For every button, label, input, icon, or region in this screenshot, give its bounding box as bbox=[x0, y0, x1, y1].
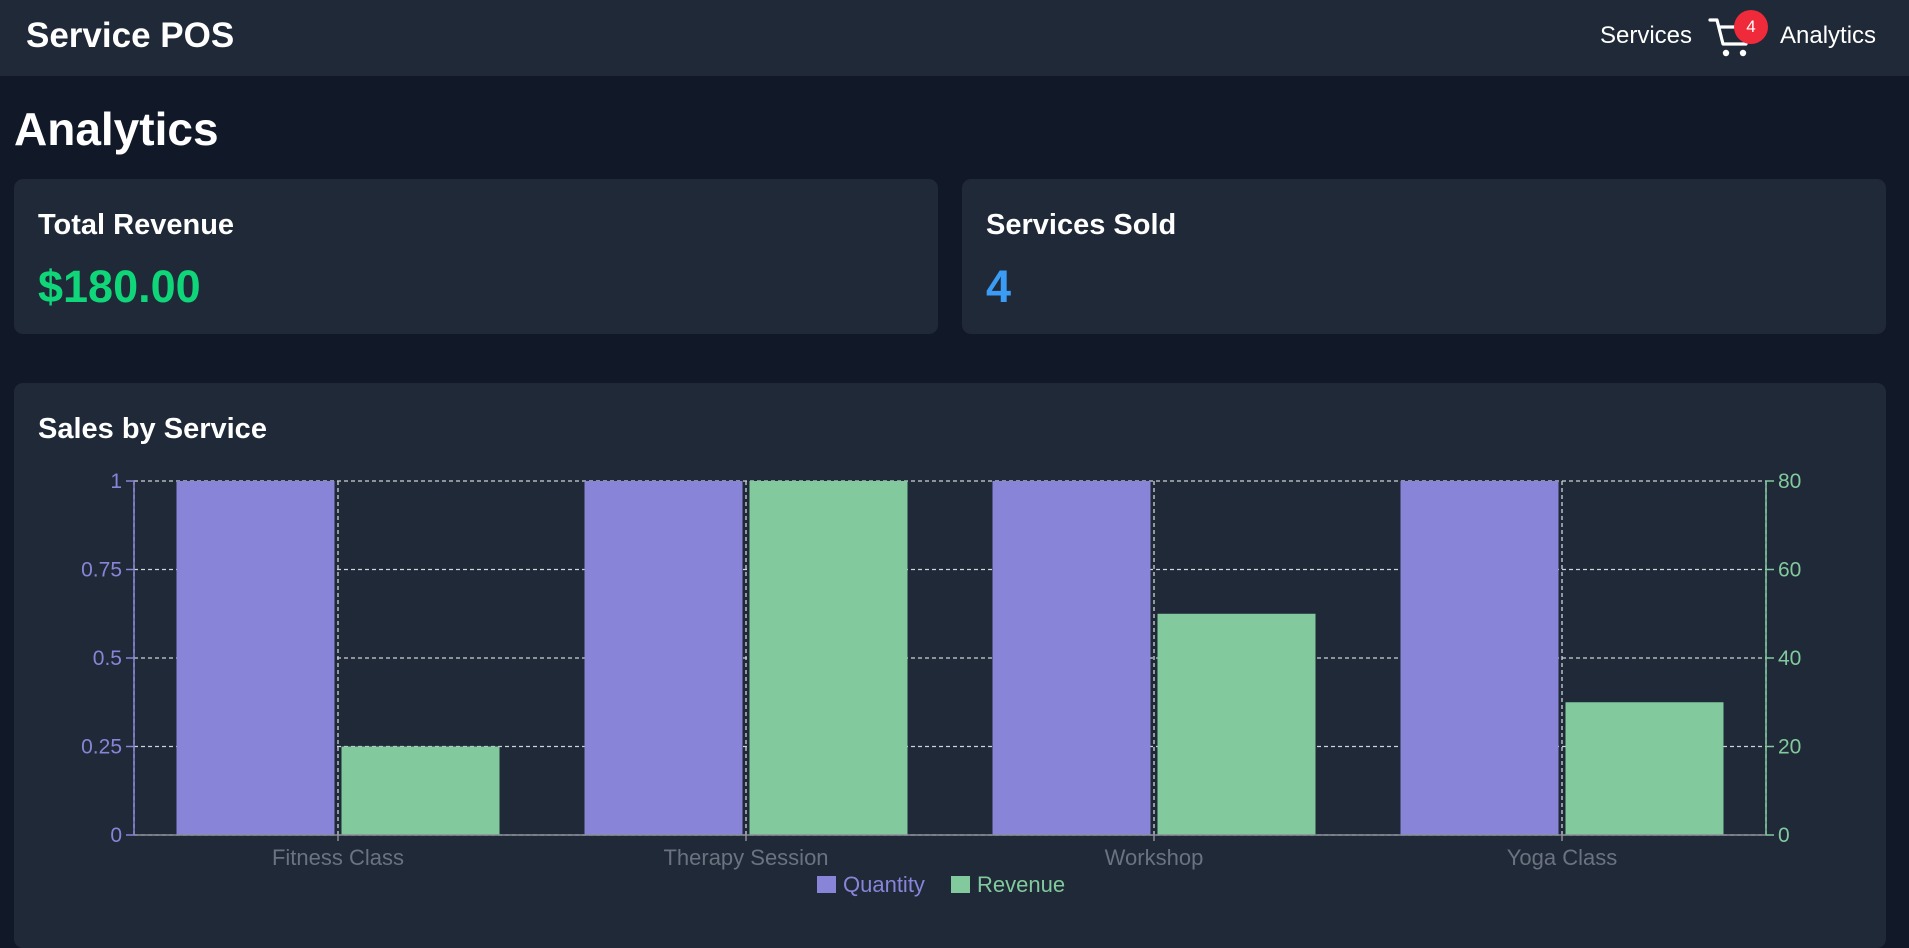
bar-revenue bbox=[1157, 613, 1316, 835]
top-navbar: Service POS Services 4 Analytics bbox=[0, 0, 1909, 77]
bar-quantity bbox=[584, 481, 743, 835]
services-sold-card: Services Sold 4 bbox=[962, 179, 1886, 334]
total-revenue-value: $180.00 bbox=[38, 261, 201, 312]
page-title: Analytics bbox=[14, 103, 219, 155]
sales-chart-card: Sales by Service 0 0.25 0.5 0.75 1 0 20 40 60 80 F… bbox=[14, 383, 1886, 948]
bar-revenue bbox=[1565, 702, 1724, 835]
total-revenue-label: Total Revenue bbox=[38, 209, 235, 241]
legend-swatch-revenue bbox=[951, 876, 970, 893]
bar-quantity bbox=[992, 481, 1151, 835]
right-axis-tick-label: 80 bbox=[1778, 470, 1801, 493]
x-axis-tick-label: Yoga Class bbox=[1507, 845, 1617, 870]
x-axis-tick-label: Fitness Class bbox=[272, 845, 404, 870]
bar-quantity bbox=[1400, 481, 1559, 835]
bar-revenue bbox=[341, 746, 500, 835]
left-axis-tick-label: 0 bbox=[110, 824, 122, 847]
legend-label-quantity: Quantity bbox=[843, 872, 925, 897]
bar-revenue bbox=[749, 481, 908, 835]
legend-label-revenue: Revenue bbox=[977, 872, 1065, 897]
left-axis-tick-label: 0.5 bbox=[93, 647, 122, 670]
app-title: Service POS bbox=[26, 16, 235, 55]
cart-count-badge: 4 bbox=[1734, 10, 1768, 44]
legend-swatch-quantity bbox=[817, 876, 836, 893]
left-axis-tick-label: 0.75 bbox=[81, 559, 122, 582]
right-axis-tick-label: 20 bbox=[1778, 736, 1801, 759]
nav-services-link[interactable]: Services bbox=[1600, 22, 1692, 50]
x-axis-tick-label: Therapy Session bbox=[663, 845, 828, 870]
services-sold-label: Services Sold bbox=[986, 209, 1177, 241]
services-sold-value: 4 bbox=[986, 261, 1012, 312]
x-axis-tick-label: Workshop bbox=[1105, 845, 1204, 870]
left-axis-tick-label: 0.25 bbox=[81, 736, 122, 759]
bar-quantity bbox=[176, 481, 335, 835]
right-axis-tick-label: 60 bbox=[1778, 559, 1801, 582]
total-revenue-card: Total Revenue $180.00 bbox=[14, 179, 938, 334]
sales-by-service-chart: 0 0.25 0.5 0.75 1 0 20 40 60 80 Fitness Class Thera… bbox=[81, 470, 1801, 897]
right-axis-tick-label: 40 bbox=[1778, 647, 1801, 670]
left-axis-tick-label: 1 bbox=[110, 470, 122, 493]
nav-analytics-link[interactable]: Analytics bbox=[1780, 22, 1876, 50]
cart-button[interactable]: 4 bbox=[1708, 10, 1768, 62]
right-axis-tick-label: 0 bbox=[1778, 824, 1790, 847]
